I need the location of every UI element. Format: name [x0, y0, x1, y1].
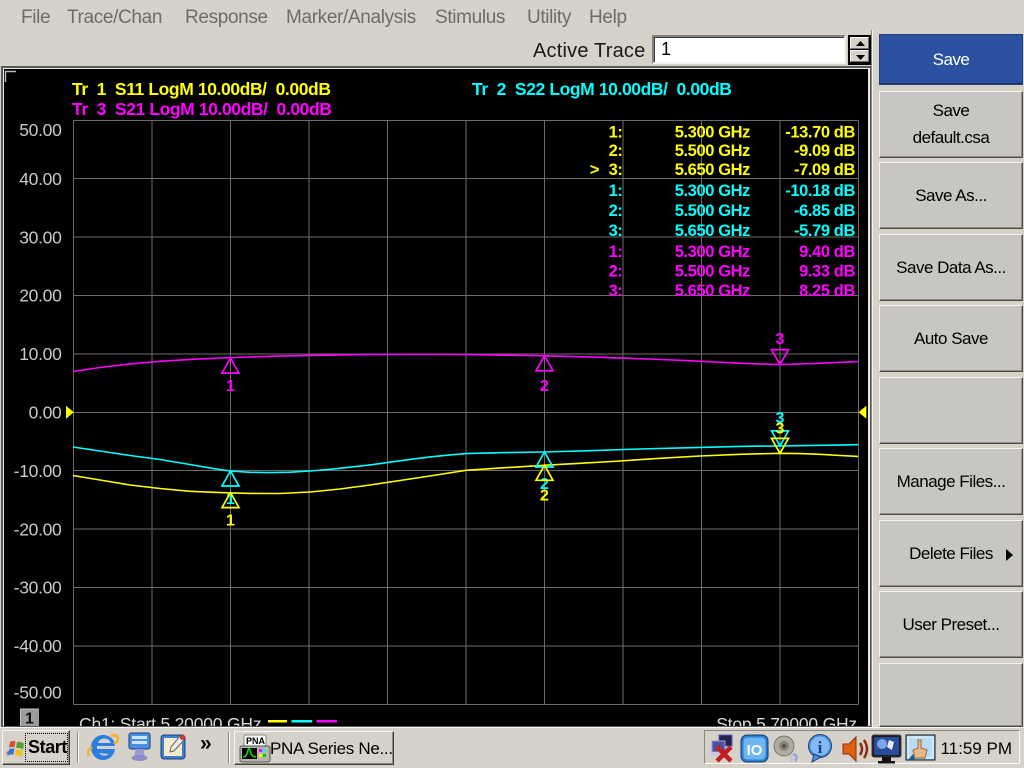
svg-text:-10.18 dB: -10.18 dB — [785, 182, 855, 200]
svg-text:9.40 dB: 9.40 dB — [799, 243, 855, 261]
svg-text:3:: 3: — [609, 282, 623, 300]
svg-text:»: » — [200, 734, 212, 752]
svg-text:0.00: 0.00 — [29, 403, 62, 423]
svg-text:-9.09 dB: -9.09 dB — [794, 142, 855, 160]
svg-text:1:: 1: — [609, 123, 623, 141]
svg-text:i: i — [818, 738, 823, 757]
svg-text:>: > — [590, 161, 599, 179]
svg-text:5.650 GHz: 5.650 GHz — [675, 282, 750, 300]
svg-text:-10.00: -10.00 — [14, 461, 62, 481]
svg-text:-50.00: -50.00 — [14, 683, 62, 703]
svg-text:2: 2 — [540, 378, 549, 395]
svg-text:Tr 3 S21 LogM 10.00dB/ 0.00: Tr 3 S21 LogM 10.00dB/ 0.00dB — [72, 99, 332, 119]
svg-text:5.500 GHz: 5.500 GHz — [675, 262, 750, 280]
svg-text:1: 1 — [25, 711, 34, 727]
svg-text:5.650 GHz: 5.650 GHz — [675, 161, 750, 179]
svg-text:9.33 dB: 9.33 dB — [799, 262, 855, 280]
svg-text:-5.79 dB: -5.79 dB — [794, 222, 855, 240]
svg-text:2:: 2: — [609, 262, 623, 280]
svg-text:5.300 GHz: 5.300 GHz — [675, 123, 750, 141]
svg-text:1: 1 — [226, 513, 235, 530]
svg-text:3: 3 — [776, 421, 785, 438]
svg-text:-20.00: -20.00 — [14, 519, 62, 539]
svg-text:20.00: 20.00 — [19, 286, 62, 306]
svg-text:5.500 GHz: 5.500 GHz — [675, 142, 750, 160]
svg-text:40.00: 40.00 — [19, 169, 62, 189]
svg-text:50.00: 50.00 — [19, 120, 62, 140]
svg-text:Tr 1 S11 LogM 10.00dB/ 0.00: Tr 1 S11 LogM 10.00dB/ 0.00dB — [72, 79, 331, 99]
svg-text:5.300 GHz: 5.300 GHz — [675, 243, 750, 261]
svg-text:5.500 GHz: 5.500 GHz — [675, 202, 750, 220]
svg-text:PNA: PNA — [246, 736, 266, 746]
svg-text:5.650 GHz: 5.650 GHz — [675, 222, 750, 240]
svg-text:10.00: 10.00 — [19, 344, 62, 364]
svg-text:2: 2 — [540, 488, 549, 505]
svg-text:-6.85 dB: -6.85 dB — [794, 202, 855, 220]
svg-text:1:: 1: — [609, 243, 623, 261]
svg-text:IO: IO — [747, 742, 763, 759]
svg-text:Tr 2 S22 LogM 10.00dB/ 0.00: Tr 2 S22 LogM 10.00dB/ 0.00dB — [472, 79, 732, 99]
svg-text:1:: 1: — [609, 182, 623, 200]
svg-text:8.25 dB: 8.25 dB — [799, 282, 855, 300]
svg-text:3: 3 — [776, 331, 785, 348]
svg-text:2:: 2: — [609, 142, 623, 160]
svg-text:2:: 2: — [609, 202, 623, 220]
svg-text:-30.00: -30.00 — [14, 578, 62, 598]
svg-text:Ch1: Start 5.20000 GHz: Ch1: Start 5.20000 GHz — [79, 714, 261, 726]
svg-text:5.300 GHz: 5.300 GHz — [675, 182, 750, 200]
svg-text:3:: 3: — [609, 161, 623, 179]
svg-text:3:: 3: — [609, 222, 623, 240]
svg-text:1: 1 — [226, 378, 235, 395]
svg-text:-40.00: -40.00 — [14, 636, 62, 656]
svg-text:Stop 5.70000 GHz: Stop 5.70000 GHz — [716, 714, 857, 726]
svg-text:-13.70 dB: -13.70 dB — [785, 123, 855, 141]
svg-text:-7.09 dB: -7.09 dB — [794, 161, 855, 179]
svg-text:30.00: 30.00 — [19, 227, 62, 247]
